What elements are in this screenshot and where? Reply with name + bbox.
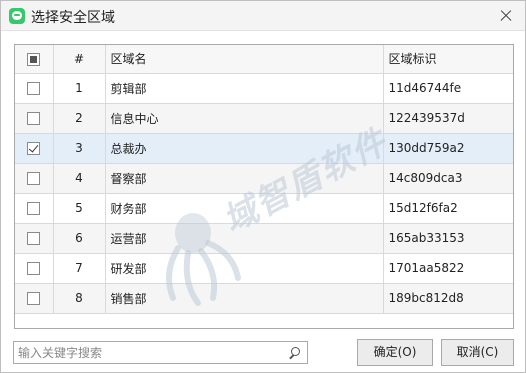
table-row[interactable]: 8 销售部 189bc812d8	[15, 283, 513, 314]
app-logo-icon	[9, 8, 25, 24]
search-input[interactable]	[18, 344, 288, 361]
row-checkbox[interactable]	[27, 202, 41, 215]
row-checkbox-cell	[15, 73, 54, 104]
row-checkbox[interactable]	[27, 142, 41, 155]
row-number: 1	[53, 73, 106, 104]
row-checkbox-cell	[15, 253, 54, 284]
zone-id: 189bc812d8	[383, 283, 513, 314]
ok-button[interactable]: 确定(O)	[357, 339, 433, 366]
zone-id: 122439537d	[383, 103, 513, 134]
table-row[interactable]: 4 督察部 14c809dca3	[15, 163, 513, 194]
row-checkbox-cell	[15, 103, 54, 134]
zone-name: 总裁办	[105, 133, 384, 164]
row-checkbox[interactable]	[27, 232, 41, 245]
row-checkbox-cell	[15, 283, 54, 314]
zone-name: 剪辑部	[105, 73, 384, 104]
table-row[interactable]: 7 研发部 1701aa5822	[15, 253, 513, 284]
table-header-row: # 区域名 区域标识	[15, 45, 513, 74]
select-all-cell	[15, 45, 54, 74]
zone-name: 销售部	[105, 283, 384, 314]
row-number: 2	[53, 103, 106, 134]
row-checkbox-cell	[15, 223, 54, 254]
search-icon[interactable]	[287, 344, 305, 362]
search-field	[13, 341, 308, 364]
dialog-title: 选择安全区域	[31, 10, 115, 26]
table-row[interactable]: 1 剪辑部 11d46744fe	[15, 73, 513, 104]
select-all-checkbox[interactable]	[27, 52, 41, 66]
dialog-window: 选择安全区域 # 区域名 区域标识 1 剪辑部 11d46744fe 2 信息中心 122…	[0, 0, 526, 373]
column-header-zone-id: 区域标识	[383, 45, 513, 74]
zone-id: 11d46744fe	[383, 73, 513, 104]
table-row[interactable]: 3 总裁办 130dd759a2	[15, 133, 513, 164]
row-number: 7	[53, 253, 106, 284]
zone-name: 信息中心	[105, 103, 384, 134]
row-checkbox[interactable]	[27, 262, 41, 275]
table-row[interactable]: 5 财务部 15d12f6fa2	[15, 193, 513, 224]
row-number: 4	[53, 163, 106, 194]
zone-id: 14c809dca3	[383, 163, 513, 194]
row-number: 8	[53, 283, 106, 314]
row-checkbox[interactable]	[27, 172, 41, 185]
zone-name: 研发部	[105, 253, 384, 284]
zone-id: 15d12f6fa2	[383, 193, 513, 224]
row-number: 5	[53, 193, 106, 224]
zone-name: 督察部	[105, 163, 384, 194]
column-header-zone-name: 区域名	[105, 45, 384, 74]
row-checkbox-cell	[15, 163, 54, 194]
close-icon[interactable]	[495, 6, 517, 26]
row-checkbox-cell	[15, 133, 54, 164]
row-checkbox[interactable]	[27, 82, 41, 95]
title-bar: 选择安全区域	[1, 1, 525, 31]
row-number: 6	[53, 223, 106, 254]
cancel-button[interactable]: 取消(C)	[441, 339, 514, 366]
zone-name: 运营部	[105, 223, 384, 254]
row-number: 3	[53, 133, 106, 164]
zone-table: # 区域名 区域标识 1 剪辑部 11d46744fe 2 信息中心 122439537d…	[14, 44, 514, 329]
table-row[interactable]: 2 信息中心 122439537d	[15, 103, 513, 134]
zone-name: 财务部	[105, 193, 384, 224]
zone-id: 165ab33153	[383, 223, 513, 254]
row-checkbox-cell	[15, 193, 54, 224]
zone-id: 130dd759a2	[383, 133, 513, 164]
zone-id: 1701aa5822	[383, 253, 513, 284]
row-checkbox[interactable]	[27, 112, 41, 125]
table-row[interactable]: 6 运营部 165ab33153	[15, 223, 513, 254]
column-header-number: #	[53, 45, 106, 74]
row-checkbox[interactable]	[27, 292, 41, 305]
